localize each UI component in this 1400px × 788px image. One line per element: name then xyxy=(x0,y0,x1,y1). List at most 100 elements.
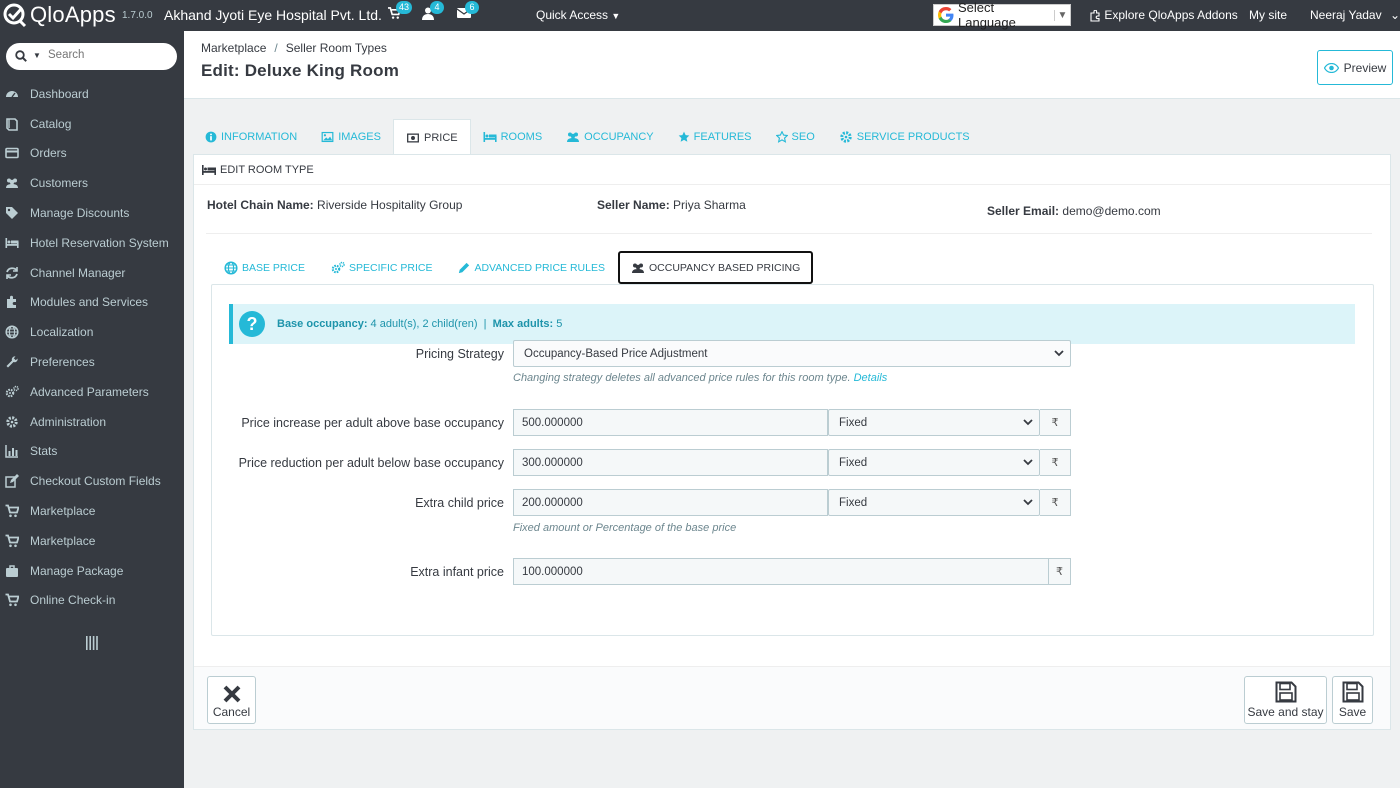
shop-name[interactable]: Akhand Jyoti Eye Hospital Pvt. Ltd. xyxy=(164,7,382,23)
price-tab-specific-price[interactable]: Specific Price xyxy=(318,251,445,284)
language-select[interactable]: Select Language ▼ xyxy=(933,0,1071,30)
tab-label: Rooms xyxy=(500,131,543,143)
price-tabs: Base Price Specific Price Advanced Price R… xyxy=(211,251,814,284)
edit-room-type-panel: Edit Room Type Hotel Chain Name: Riversi… xyxy=(193,154,1391,730)
alert-text: Base occupancy: 4 adult(s), 2 child(ren)… xyxy=(277,318,562,330)
adult-increase-input[interactable]: 500.000000 xyxy=(513,409,828,436)
top-bar: QloApps 1.7.0.0 Akhand Jyoti Eye Hospita… xyxy=(0,0,1400,31)
sidebar-item-modules-and-services[interactable]: Modules and Services xyxy=(0,288,184,318)
tab-label: Images xyxy=(338,131,381,143)
messages-notification[interactable]: 6 xyxy=(456,1,479,22)
price-tab-occupancy-based-pricing[interactable]: Occupancy Based Pricing xyxy=(617,251,814,284)
search-input[interactable] xyxy=(48,49,168,61)
occupancy-pricing-section: ? Base occupancy: 4 adult(s), 2 child(re… xyxy=(211,284,1374,636)
customers-notification[interactable]: 4 xyxy=(422,1,444,23)
details-link[interactable]: Details xyxy=(854,372,888,384)
tab-label: Information xyxy=(221,131,298,143)
pricing-strategy-select[interactable]: Occupancy-Based Price Adjustment xyxy=(513,340,1071,367)
pricing-strategy-help: Changing strategy deletes all advanced p… xyxy=(513,372,887,384)
close-icon xyxy=(223,685,240,703)
customers-badge: 4 xyxy=(430,1,444,14)
adult-reduction-type-value: Fixed xyxy=(839,456,868,469)
sidebar-item-marketplace[interactable]: Marketplace xyxy=(0,526,184,556)
orders-icon xyxy=(5,146,19,160)
app-version: 1.7.0.0 xyxy=(122,10,153,21)
sidebar-item-hotel-reservation-system[interactable]: Hotel Reservation System xyxy=(0,228,184,258)
tab-service-products[interactable]: Service Products xyxy=(827,119,982,155)
orders-notification[interactable]: 43 xyxy=(388,1,413,23)
sidebar-item-manage-package[interactable]: Manage Package xyxy=(0,556,184,586)
extra-infant-input[interactable]: 100.000000 xyxy=(513,558,1049,585)
sidebar-item-customers[interactable]: Customers xyxy=(0,168,184,198)
sidebar-item-label: Channel Manager xyxy=(30,265,126,280)
explore-addons-link[interactable]: Explore QloApps Addons xyxy=(1089,8,1238,22)
price-tab-label: Occupancy Based Pricing xyxy=(648,261,801,274)
puzzle-icon xyxy=(5,295,19,309)
tab-rooms[interactable]: Rooms xyxy=(471,119,555,155)
edit-icon xyxy=(5,474,19,488)
quick-access-dropdown[interactable]: Quick Access ▼ xyxy=(536,8,620,22)
sidebar-item-online-check-in[interactable]: Online Check-in xyxy=(0,586,184,616)
collapse-sidebar-icon[interactable] xyxy=(86,636,98,650)
user-menu[interactable]: Neeraj Yadav ⌄ xyxy=(1310,8,1400,22)
tab-information[interactable]: Information xyxy=(193,119,309,155)
sidebar-item-checkout-custom-fields[interactable]: Checkout Custom Fields xyxy=(0,466,184,496)
cogs-icon xyxy=(331,261,345,275)
sidebar-search[interactable]: ▼ xyxy=(6,43,177,70)
extra-child-input[interactable]: 200.000000 xyxy=(513,489,828,516)
sidebar-item-manage-discounts[interactable]: Manage Discounts xyxy=(0,198,184,228)
sidebar-item-catalog[interactable]: Catalog xyxy=(0,109,184,139)
sidebar-item-dashboard[interactable]: Dashboard xyxy=(0,79,184,109)
seller-email-info: Seller Email: demo@demo.com xyxy=(987,204,1161,218)
user-name: Neeraj Yadav xyxy=(1310,8,1382,22)
cancel-button[interactable]: Cancel xyxy=(207,676,256,724)
sidebar-item-advanced-parameters[interactable]: Advanced Parameters xyxy=(0,377,184,407)
sidebar-item-administration[interactable]: Administration xyxy=(0,407,184,437)
my-site-link[interactable]: My site xyxy=(1249,8,1287,22)
qloapps-logo-icon xyxy=(3,3,27,28)
image-icon xyxy=(321,131,334,143)
tab-price[interactable]: Price xyxy=(392,119,471,156)
page-title: Edit: Deluxe King Room xyxy=(201,61,400,80)
users-icon xyxy=(631,261,645,275)
preview-button[interactable]: Preview xyxy=(1317,50,1393,85)
price-tab-label: Specific Price xyxy=(349,261,433,274)
price-tab-base-price[interactable]: Base Price xyxy=(211,251,318,284)
app-logo[interactable]: QloApps xyxy=(2,2,116,28)
sidebar-item-label: Manage Package xyxy=(30,563,124,578)
pencil-icon xyxy=(458,261,470,273)
sidebar: ▼ Dashboard Catalog Orders Customers Manage … xyxy=(0,31,184,788)
sidebar-item-channel-manager[interactable]: Channel Manager xyxy=(0,258,184,288)
save-and-stay-button[interactable]: Save and stay xyxy=(1244,676,1327,724)
tab-images[interactable]: Images xyxy=(309,119,393,155)
extra-child-type-select[interactable]: Fixed xyxy=(828,489,1040,516)
panel-heading: Edit Room Type xyxy=(194,155,1390,185)
tab-seo[interactable]: SEO xyxy=(764,119,827,155)
tab-occupancy[interactable]: Occupancy xyxy=(554,119,665,155)
extra-infant-label: Extra infant price xyxy=(410,565,504,579)
sidebar-item-label: Localization xyxy=(30,325,94,340)
dashboard-icon xyxy=(5,87,19,101)
tab-features[interactable]: Features xyxy=(666,119,764,155)
room-type-tabs: Information Images Price Rooms Occupancy Feat… xyxy=(193,119,982,156)
sidebar-item-preferences[interactable]: Preferences xyxy=(0,347,184,377)
caret-down-icon[interactable]: ▼ xyxy=(33,51,41,60)
adult-reduction-input[interactable]: 300.000000 xyxy=(513,449,828,476)
language-label: Select Language xyxy=(958,0,1016,30)
sidebar-item-orders[interactable]: Orders xyxy=(0,139,184,169)
bed-icon xyxy=(202,164,216,175)
breadcrumb-item[interactable]: Seller Room Types xyxy=(286,41,387,55)
adult-increase-type-select[interactable]: Fixed xyxy=(828,409,1040,436)
save-label: Save xyxy=(1338,705,1367,719)
sidebar-item-stats[interactable]: Stats xyxy=(0,437,184,467)
price-tab-advanced-price-rules[interactable]: Advanced Price Rules xyxy=(445,251,618,284)
adult-reduction-type-select[interactable]: Fixed xyxy=(828,449,1040,476)
sidebar-item-marketplace[interactable]: Marketplace xyxy=(0,496,184,526)
save-button[interactable]: Save xyxy=(1332,676,1373,724)
app-name: QloApps xyxy=(30,2,116,27)
customers-icon xyxy=(5,176,19,190)
sidebar-item-localization[interactable]: Localization xyxy=(0,317,184,347)
hotel-chain-label: Hotel Chain Name: xyxy=(207,198,314,212)
breadcrumb-item[interactable]: Marketplace xyxy=(201,41,266,55)
hotel-chain-value: Riverside Hospitality Group xyxy=(317,198,463,212)
